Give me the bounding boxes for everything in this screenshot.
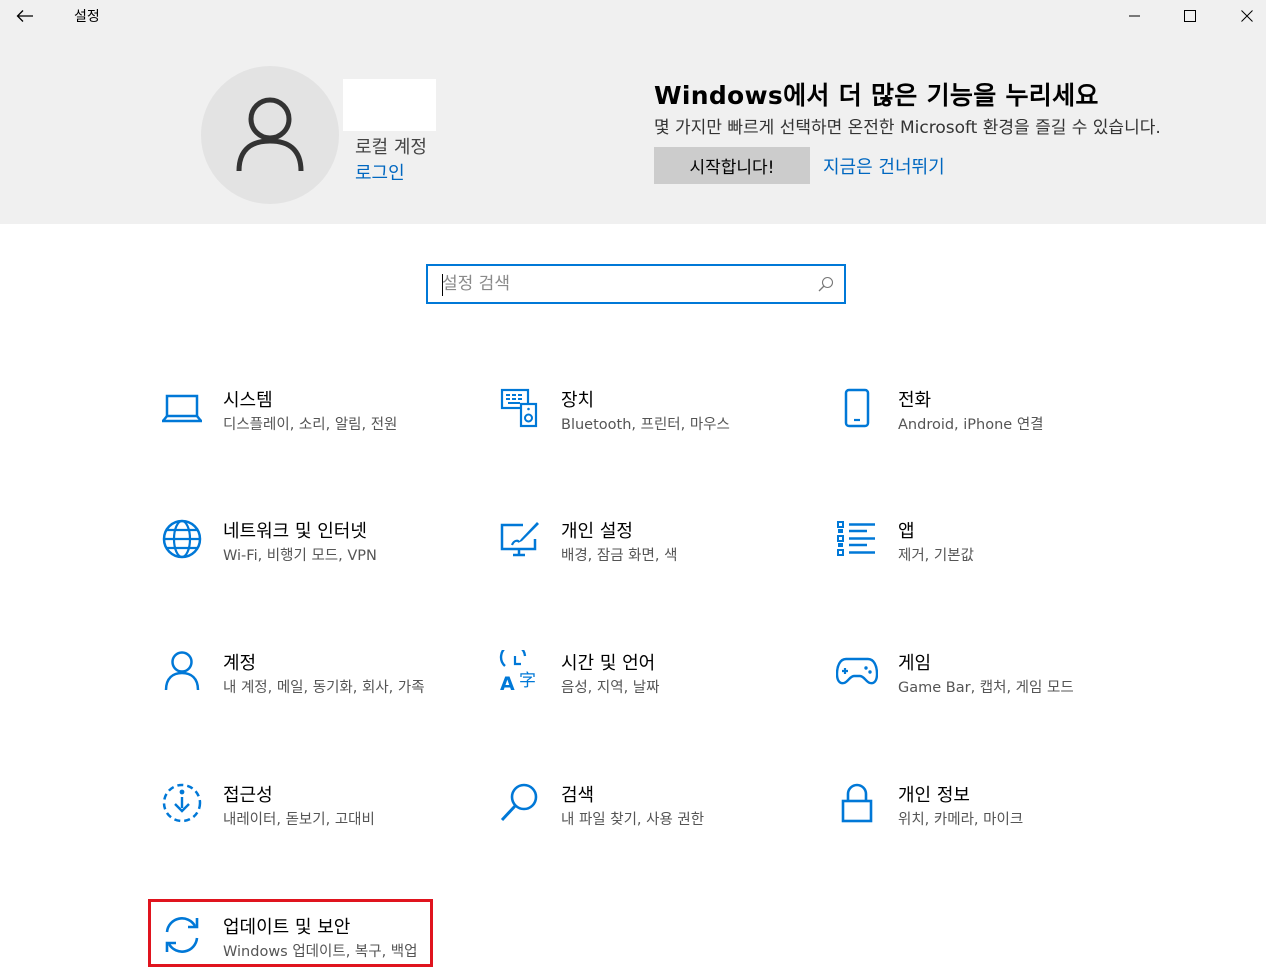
svg-text:A: A xyxy=(500,673,515,692)
promo-description: 몇 가지만 빠르게 선택하면 온전한 Microsoft 환경을 즐길 수 있습… xyxy=(654,118,1161,138)
category-title: 시스템 xyxy=(223,390,273,411)
maximize-button[interactable] xyxy=(1167,0,1213,32)
search-icon[interactable] xyxy=(818,276,834,292)
avatar xyxy=(201,66,339,204)
category-title: 앱 xyxy=(898,521,915,542)
globe-icon xyxy=(160,517,204,561)
category-subtitle: Wi-Fi, 비행기 모드, VPN xyxy=(223,548,377,564)
close-icon xyxy=(1241,10,1253,22)
category-subtitle: 내 계정, 메일, 동기화, 회사, 가족 xyxy=(223,680,425,696)
svg-text:字: 字 xyxy=(519,671,536,691)
back-arrow-icon xyxy=(16,10,33,22)
category-title: 게임 xyxy=(898,653,932,674)
category-accounts[interactable]: 계정 내 계정, 메일, 동기화, 회사, 가족 xyxy=(148,649,448,739)
apps-list-icon xyxy=(835,517,879,561)
category-subtitle: Game Bar, 캡처, 게임 모드 xyxy=(898,680,1074,696)
search-box[interactable] xyxy=(426,264,846,304)
category-subtitle: Android, iPhone 연결 xyxy=(898,417,1044,433)
category-subtitle: 위치, 카메라, 마이크 xyxy=(898,812,1024,828)
category-phone[interactable]: 전화 Android, iPhone 연결 xyxy=(823,386,1123,476)
category-system[interactable]: 시스템 디스플레이, 소리, 알림, 전원 xyxy=(148,386,448,476)
devices-icon xyxy=(498,386,542,430)
user-avatar-icon xyxy=(236,97,304,172)
category-subtitle: 내 파일 찾기, 사용 권한 xyxy=(561,812,705,828)
start-button[interactable]: 시작합니다! xyxy=(654,147,810,184)
settings-window: 설정 로컬 계정 로그인 Windows에서 더 많은 기능을 누리세요 몇 가… xyxy=(0,0,1266,977)
category-title: 개인 설정 xyxy=(561,521,633,542)
category-gaming[interactable]: 게임 Game Bar, 캡처, 게임 모드 xyxy=(823,649,1123,739)
account-type: 로컬 계정 xyxy=(355,137,427,158)
category-apps[interactable]: 앱 제거, 기본값 xyxy=(823,517,1123,607)
login-link[interactable]: 로그인 xyxy=(355,159,405,185)
gamepad-icon xyxy=(835,649,879,693)
category-network[interactable]: 네트워크 및 인터넷 Wi-Fi, 비행기 모드, VPN xyxy=(148,517,448,607)
category-title: 개인 정보 xyxy=(898,785,970,806)
category-title: 전화 xyxy=(898,390,932,411)
ease-of-access-icon xyxy=(160,781,204,825)
category-subtitle: 배경, 잠금 화면, 색 xyxy=(561,548,678,564)
category-personalization[interactable]: 개인 설정 배경, 잠금 화면, 색 xyxy=(486,517,786,607)
promo-title: Windows에서 더 많은 기능을 누리세요 xyxy=(654,81,1099,110)
text-caret xyxy=(442,274,443,296)
maximize-icon xyxy=(1184,10,1196,22)
personalization-icon xyxy=(498,517,542,561)
time-language-icon: A 字 xyxy=(498,649,542,693)
category-devices[interactable]: 장치 Bluetooth, 프린터, 마우스 xyxy=(486,386,786,476)
category-subtitle: 음성, 지역, 날짜 xyxy=(561,680,660,696)
lock-icon xyxy=(835,781,879,825)
search-input[interactable] xyxy=(442,273,802,295)
category-title: 검색 xyxy=(561,785,595,806)
category-ease-of-access[interactable]: 접근성 내레이터, 돋보기, 고대비 xyxy=(148,781,448,871)
category-title: 장치 xyxy=(561,390,595,411)
minimize-icon xyxy=(1129,15,1140,17)
category-title: 계정 xyxy=(223,653,257,674)
category-time-language[interactable]: A 字 시간 및 언어 음성, 지역, 날짜 xyxy=(486,649,786,739)
header-area xyxy=(0,0,1266,224)
category-title: 네트워크 및 인터넷 xyxy=(223,521,367,542)
category-subtitle: 제거, 기본값 xyxy=(898,548,974,564)
category-subtitle: 내레이터, 돋보기, 고대비 xyxy=(223,812,375,828)
laptop-icon xyxy=(160,386,204,430)
minimize-button[interactable] xyxy=(1112,0,1158,32)
highlight-box xyxy=(148,899,433,967)
category-subtitle: Bluetooth, 프린터, 마우스 xyxy=(561,417,730,433)
window-title: 설정 xyxy=(74,9,100,25)
close-button[interactable] xyxy=(1224,0,1266,32)
category-title: 시간 및 언어 xyxy=(561,653,656,674)
category-privacy[interactable]: 개인 정보 위치, 카메라, 마이크 xyxy=(823,781,1123,871)
category-title: 접근성 xyxy=(223,785,273,806)
search-magnifier-icon xyxy=(498,781,542,825)
skip-link[interactable]: 지금은 건너뛰기 xyxy=(823,153,945,179)
phone-icon xyxy=(835,386,879,430)
person-icon xyxy=(160,649,204,693)
account-name-redacted xyxy=(343,79,436,131)
category-subtitle: 디스플레이, 소리, 알림, 전원 xyxy=(223,417,398,433)
back-button[interactable] xyxy=(10,3,40,29)
category-search[interactable]: 검색 내 파일 찾기, 사용 권한 xyxy=(486,781,786,871)
